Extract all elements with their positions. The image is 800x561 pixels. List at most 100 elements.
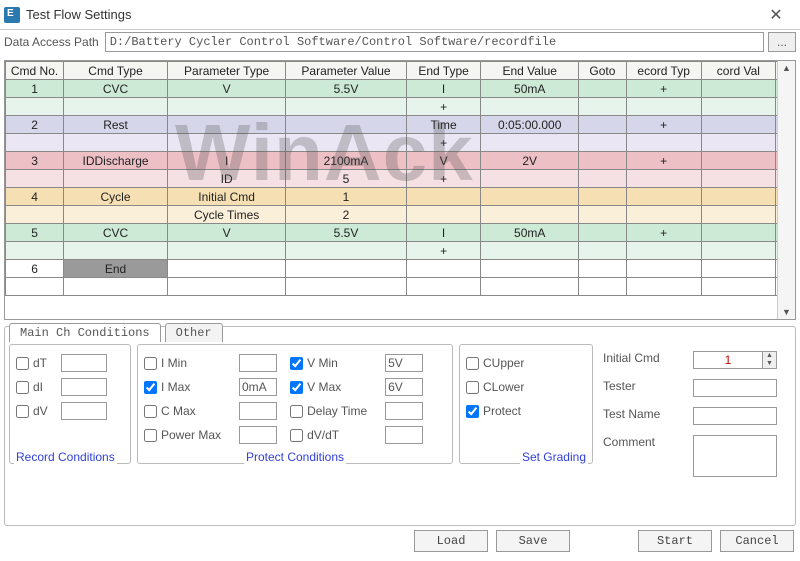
record-check-dT[interactable] [16, 357, 29, 370]
grid-cell[interactable] [701, 224, 776, 242]
record-check-dV[interactable] [16, 405, 29, 418]
grid-cell[interactable] [406, 188, 481, 206]
grid-cell[interactable] [481, 260, 579, 278]
grid-cell[interactable] [481, 170, 579, 188]
grid-cell[interactable] [167, 134, 285, 152]
grid-cell[interactable] [579, 116, 627, 134]
grid-cell[interactable]: 2 [286, 206, 406, 224]
cancel-button[interactable]: Cancel [720, 530, 794, 552]
grid-cell[interactable] [579, 98, 627, 116]
browse-button[interactable]: ... [768, 32, 796, 52]
grid-cell[interactable]: I [406, 224, 481, 242]
protect-check[interactable] [144, 357, 157, 370]
grid-cell[interactable]: 1 [286, 188, 406, 206]
grid-cell[interactable] [6, 206, 64, 224]
grid-cell[interactable] [167, 242, 285, 260]
column-header[interactable]: Goto [579, 62, 627, 80]
grid-cell[interactable] [626, 188, 701, 206]
grid-cell[interactable] [481, 98, 579, 116]
tab-main-ch[interactable]: Main Ch Conditions [9, 323, 161, 342]
grid-cell[interactable]: 3 [6, 152, 64, 170]
column-header[interactable]: Cmd Type [64, 62, 168, 80]
grid-cell[interactable] [579, 80, 627, 98]
protect-value[interactable] [239, 354, 277, 372]
grid-cell[interactable] [626, 134, 701, 152]
grading-check[interactable] [466, 405, 479, 418]
column-header[interactable]: Cmd No. [6, 62, 64, 80]
grid-cell[interactable] [286, 116, 406, 134]
column-header[interactable]: cord Val [701, 62, 776, 80]
grid-cell[interactable] [481, 242, 579, 260]
protect-check[interactable] [290, 429, 303, 442]
test-flow-grid[interactable]: WinAck Cmd No.Cmd TypeParameter TypePara… [4, 60, 796, 320]
grid-cell[interactable]: 6 [6, 260, 64, 278]
grid-cell[interactable] [626, 260, 701, 278]
grid-cell[interactable]: + [406, 242, 481, 260]
grading-check[interactable] [466, 381, 479, 394]
grid-cell[interactable] [167, 278, 285, 296]
grid-cell[interactable] [6, 170, 64, 188]
protect-check[interactable] [144, 429, 157, 442]
grid-cell[interactable]: 2 [6, 116, 64, 134]
grid-cell[interactable] [701, 116, 776, 134]
column-header[interactable]: Parameter Value [286, 62, 406, 80]
protect-check[interactable] [144, 405, 157, 418]
grid-cell[interactable] [626, 278, 701, 296]
spin-down-icon[interactable]: ▼ [762, 360, 776, 368]
protect-check[interactable] [290, 357, 303, 370]
grid-cell[interactable] [64, 134, 168, 152]
grid-cell[interactable] [481, 188, 579, 206]
tab-other[interactable]: Other [165, 323, 223, 342]
grid-cell[interactable]: V [167, 224, 285, 242]
record-value-dI[interactable] [61, 378, 107, 396]
grid-cell[interactable]: + [406, 134, 481, 152]
grid-cell[interactable] [6, 242, 64, 260]
path-input[interactable] [105, 32, 764, 52]
grid-cell[interactable]: Initial Cmd [167, 188, 285, 206]
protect-check[interactable] [290, 381, 303, 394]
grid-cell[interactable] [64, 278, 168, 296]
start-button[interactable]: Start [638, 530, 712, 552]
save-button[interactable]: Save [496, 530, 570, 552]
grid-cell[interactable]: 2V [481, 152, 579, 170]
grid-cell[interactable] [701, 170, 776, 188]
grid-cell[interactable]: 5.5V [286, 224, 406, 242]
grid-cell[interactable] [167, 98, 285, 116]
grid-cell[interactable] [579, 188, 627, 206]
record-value-dT[interactable] [61, 354, 107, 372]
grid-cell[interactable] [167, 116, 285, 134]
grid-cell[interactable] [579, 224, 627, 242]
grid-cell[interactable]: 4 [6, 188, 64, 206]
grid-cell[interactable] [406, 278, 481, 296]
grid-cell[interactable] [579, 134, 627, 152]
grid-cell[interactable] [286, 242, 406, 260]
grid-cell[interactable] [286, 260, 406, 278]
initial-cmd-spinner[interactable]: ▲▼ [693, 351, 777, 369]
grid-cell[interactable] [701, 242, 776, 260]
grid-cell[interactable] [64, 170, 168, 188]
protect-value[interactable] [385, 426, 423, 444]
grid-cell[interactable] [481, 134, 579, 152]
grid-cell[interactable]: Time [406, 116, 481, 134]
grid-cell[interactable] [701, 98, 776, 116]
grid-cell[interactable] [286, 98, 406, 116]
load-button[interactable]: Load [414, 530, 488, 552]
grid-cell[interactable]: CVC [64, 80, 168, 98]
grid-cell[interactable] [626, 206, 701, 224]
protect-value[interactable] [239, 402, 277, 420]
scroll-up-icon[interactable]: ▲ [782, 61, 791, 75]
grid-cell[interactable] [701, 80, 776, 98]
initial-cmd-input[interactable] [694, 352, 762, 368]
grid-cell[interactable]: V [406, 152, 481, 170]
protect-value[interactable] [239, 378, 277, 396]
grid-cell[interactable] [406, 260, 481, 278]
protect-value[interactable] [385, 402, 423, 420]
grid-cell[interactable]: IDDischarge [64, 152, 168, 170]
grid-cell[interactable] [579, 278, 627, 296]
grid-cell[interactable] [626, 242, 701, 260]
spin-up-icon[interactable]: ▲ [762, 352, 776, 360]
protect-value[interactable] [385, 378, 423, 396]
grid-cell[interactable] [6, 278, 64, 296]
grid-cell[interactable]: V [167, 80, 285, 98]
grid-cell[interactable] [64, 98, 168, 116]
